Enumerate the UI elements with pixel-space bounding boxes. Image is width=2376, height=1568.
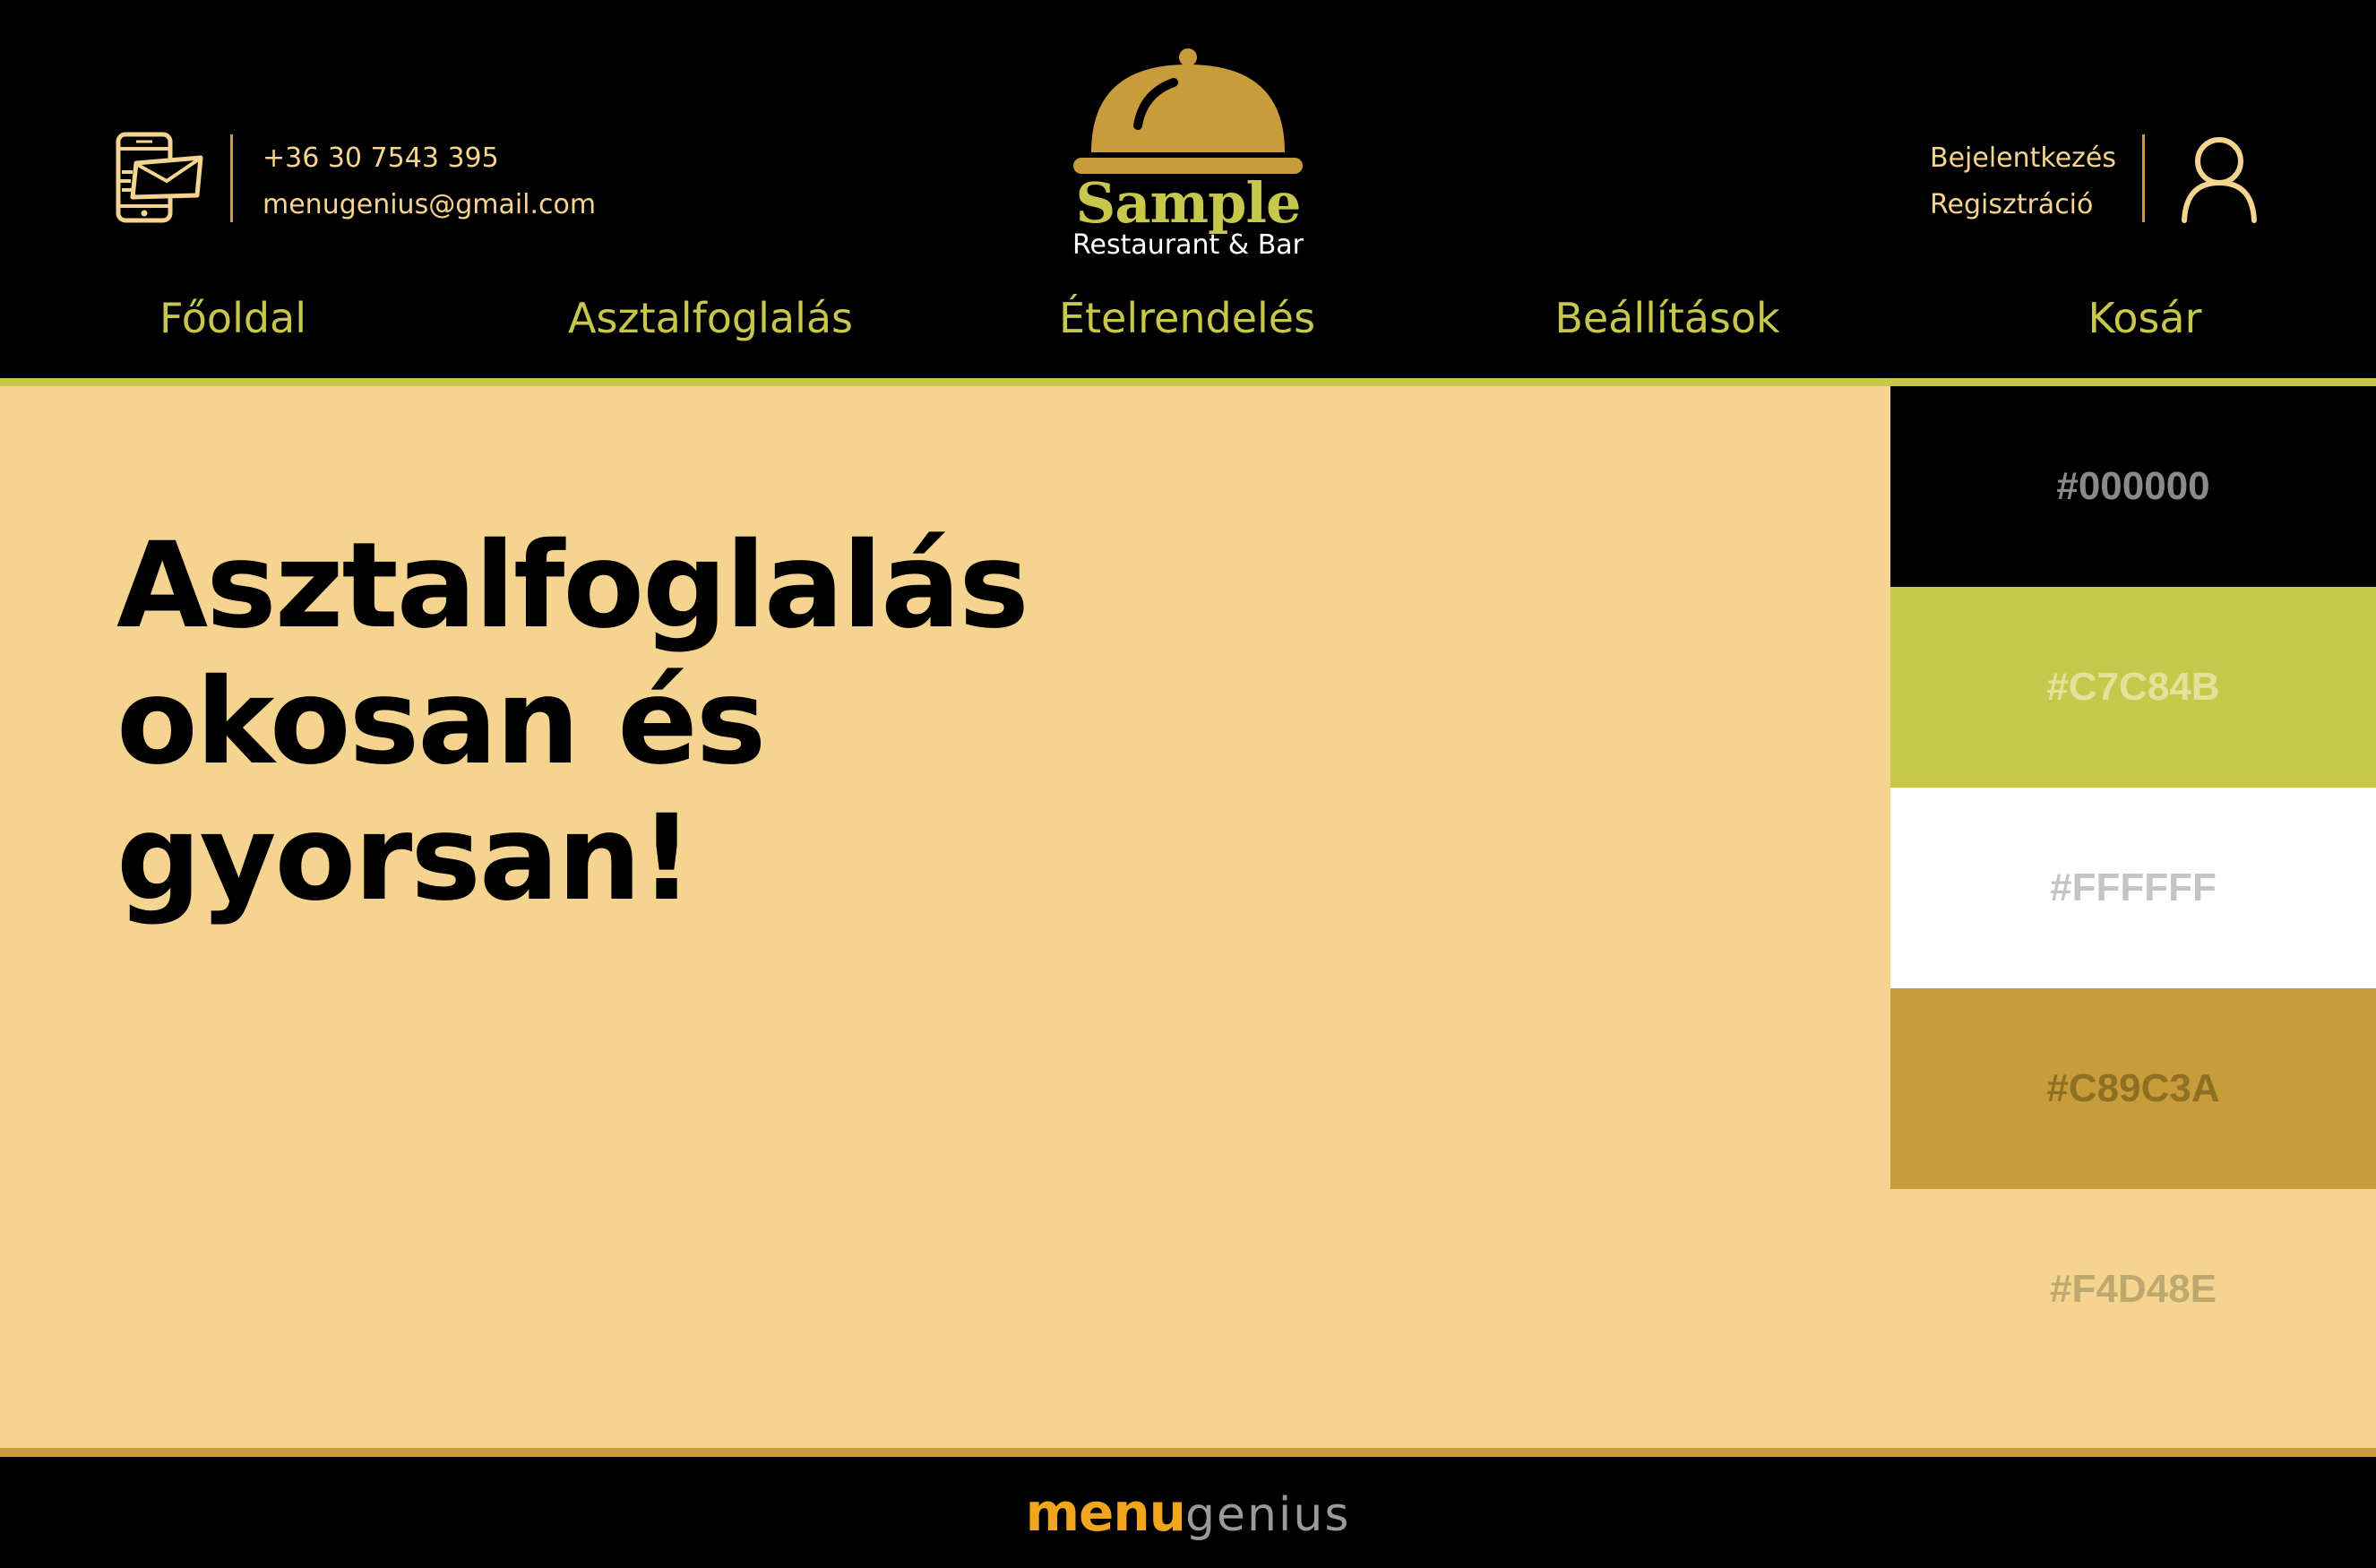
footer-brand-logo: menugenius (0, 1484, 2376, 1555)
swatch-label: #C7C84B (2046, 665, 2220, 709)
swatch-label: #F4D48E (2050, 1267, 2217, 1311)
nav-item-home[interactable]: Főoldal (159, 287, 306, 349)
phone-mail-icon (116, 132, 203, 223)
logo-subtitle: Restaurant & Bar (1072, 229, 1304, 261)
brand-text-bold: menu (1025, 1482, 1186, 1543)
nav-item-cart[interactable]: Kosár (2088, 287, 2201, 349)
site-logo[interactable]: Sample Restaurant & Bar (1066, 47, 1310, 267)
palette-swatch: #C7C84B (1890, 587, 2376, 788)
email-address[interactable]: menugenius@gmail.com (263, 182, 596, 228)
contact-info: +36 30 7543 395 menugenius@gmail.com (263, 135, 596, 228)
nav-item-table-booking[interactable]: Asztalfoglalás (568, 287, 853, 349)
hero-title: Asztalfoglalás okosan és gyorsan! (116, 518, 1281, 926)
nav-item-food-order[interactable]: Ételrendelés (1059, 287, 1315, 349)
palette-swatch: #C89C3A (1890, 988, 2376, 1189)
hero-line: okosan és (116, 653, 766, 791)
login-link[interactable]: Bejelentkezés (1930, 135, 2116, 182)
contact-divider (230, 134, 233, 222)
register-link[interactable]: Regisztráció (1930, 182, 2116, 228)
nav-item-settings[interactable]: Beállítások (1554, 287, 1779, 349)
header-accent-rule (0, 378, 2376, 386)
footer-accent-rule (0, 1448, 2376, 1457)
main-nav: Főoldal Asztalfoglalás Ételrendelés Beál… (0, 287, 2376, 349)
auth-divider (2142, 134, 2145, 222)
site-footer: menugenius (0, 1457, 2376, 1568)
palette-swatch: #F4D48E (1890, 1189, 2376, 1390)
hero-line: Asztalfoglalás (116, 517, 1029, 655)
swatch-label: #FFFFFF (2050, 866, 2217, 909)
user-icon[interactable] (2179, 134, 2260, 224)
swatch-label: #C89C3A (2046, 1066, 2220, 1110)
palette-swatch: #FFFFFF (1890, 788, 2376, 988)
color-palette: #000000 #C7C84B #FFFFFF #C89C3A #F4D48E (1890, 386, 2376, 1390)
logo-name: Sample (1075, 170, 1302, 236)
phone-number[interactable]: +36 30 7543 395 (263, 135, 596, 182)
serving-cloche-icon (1073, 48, 1303, 174)
palette-swatch: #000000 (1890, 386, 2376, 587)
brand-text-light: genius (1184, 1488, 1351, 1542)
swatch-label: #000000 (2056, 464, 2210, 508)
hero-line: gyorsan! (116, 789, 693, 927)
site-header: +36 30 7543 395 menugenius@gmail.com Sam… (0, 0, 2376, 378)
auth-links: Bejelentkezés Regisztráció (1930, 135, 2116, 228)
